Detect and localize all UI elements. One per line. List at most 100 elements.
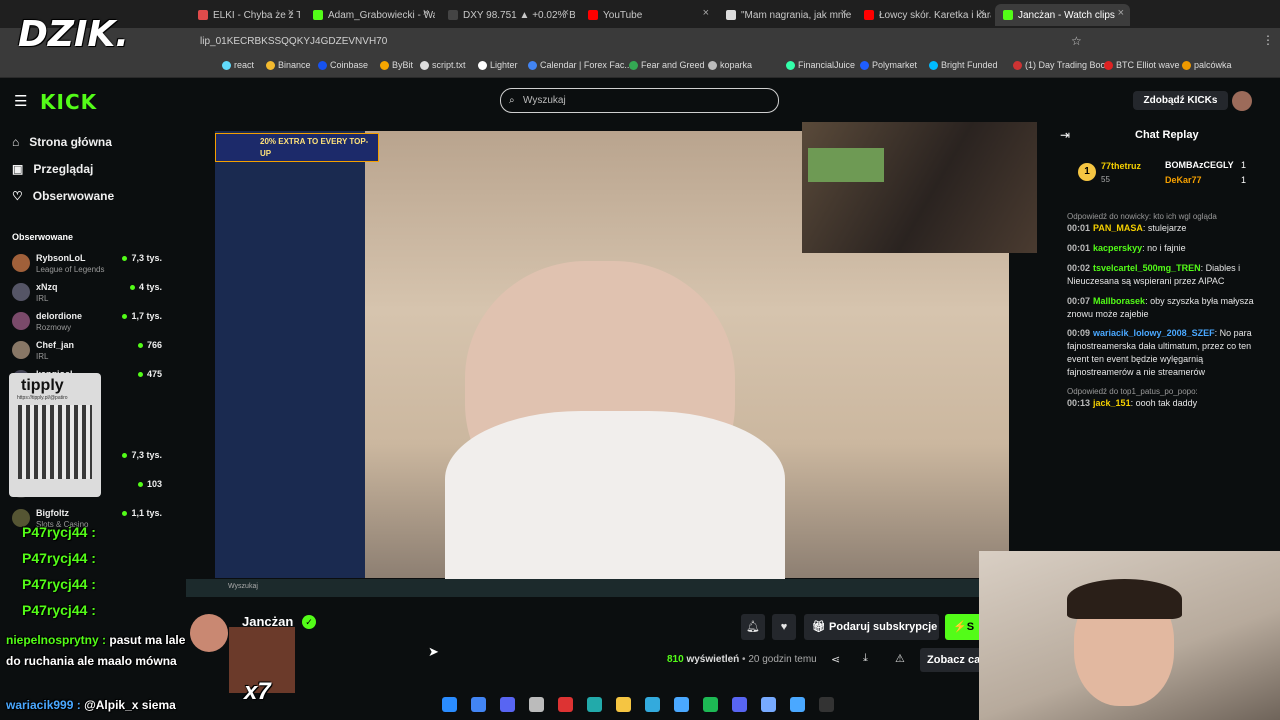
bookmark-label: (1) Day Trading Boo... [1025, 60, 1114, 70]
taskbar-app-icon[interactable] [761, 697, 776, 712]
gift-sub-button[interactable]: 🎁︎ Podaruj subskrypcje [804, 614, 939, 640]
following-viewers: 4 tys. [130, 282, 162, 292]
chat-username[interactable]: Mallborasek [1093, 296, 1145, 306]
close-icon[interactable]: × [703, 7, 709, 19]
bell-button[interactable]: 🔔︎ [741, 614, 765, 640]
chat-username[interactable]: jack_151 [1093, 398, 1131, 408]
taskbar-app-icon[interactable] [616, 697, 631, 712]
promo-banner[interactable]: 20% EXTRA TO EVERY TOP-UP [215, 133, 379, 162]
following-viewers: 7,3 tys. [122, 450, 162, 460]
following-item[interactable]: RybsonLoL League of Legends 7,3 tys. [12, 252, 162, 280]
bookmark-item[interactable]: Bright Funded [929, 60, 998, 70]
nav-home[interactable]: ⌂ Strona główna [12, 135, 112, 149]
taskbar-app-icon[interactable] [529, 697, 544, 712]
views-number: 810 [667, 654, 684, 665]
nav-following[interactable]: ♡ Obserwowane [12, 189, 114, 203]
taskbar-app-icon[interactable] [703, 697, 718, 712]
bookmark-label: Polymarket [872, 60, 918, 70]
report-icon[interactable]: ⚠ [895, 652, 905, 665]
nav-browse[interactable]: ▣ Przeglądaj [12, 162, 93, 176]
bookmark-icon [860, 60, 869, 70]
following-item[interactable]: delordione Rozmowy 1,7 tys. [12, 310, 162, 338]
taskbar-app-icon[interactable] [732, 697, 747, 712]
browse-icon: ▣ [12, 162, 24, 176]
bookmark-item[interactable]: (1) Day Trading Boo... [1013, 60, 1113, 70]
bookmark-item[interactable]: Lighter [478, 60, 518, 70]
browser-tab[interactable]: YouTube × [580, 4, 715, 26]
search-icon: ⌕ [509, 95, 515, 106]
bookmark-item[interactable]: ByBit [380, 60, 413, 70]
nav-home-label: Strona główna [29, 135, 112, 149]
taskbar-app-icon[interactable] [674, 697, 689, 712]
browser-tab[interactable]: "Mam nagrania, jak mnie × [718, 4, 853, 26]
bookmark-item[interactable]: palcówka [1182, 60, 1232, 70]
bookmark-item[interactable]: BTC Elliot wave [1104, 60, 1180, 70]
gift-icon: 🎁︎ [812, 621, 830, 633]
following-item[interactable]: Chef_jan IRL 766 [12, 339, 162, 367]
tab-label: "Mam nagrania, jak mnie [741, 9, 852, 21]
mouse-cursor-icon: ➤ [428, 644, 439, 659]
reply-context: Odpowiedź do nowicky: kto ich wgl ogląda [1067, 212, 1217, 221]
chat-username[interactable]: tsvelcartel_500mg_TREN [1093, 263, 1201, 273]
close-icon[interactable]: × [841, 7, 847, 19]
view-count: 810 wyświetleń • 20 godzin temu [667, 654, 817, 665]
bookmark-item[interactable]: FinancialJuice [786, 60, 855, 70]
chat-username[interactable]: PAN_MASA [1093, 223, 1143, 233]
taskbar-app-icon[interactable] [645, 697, 660, 712]
top-gifter-name[interactable]: 77thetruz [1101, 161, 1141, 171]
gifter-2-name[interactable]: BOMBAzCEGLY [1165, 160, 1234, 170]
user-avatar[interactable] [1232, 91, 1252, 111]
follow-button[interactable]: ♥ [772, 614, 796, 640]
gifter-3-name[interactable]: DeKar77 [1165, 175, 1202, 185]
search-input[interactable]: ⌕ Wyszukaj [500, 88, 779, 113]
taskbar-app-icon[interactable] [790, 697, 805, 712]
channel-avatar[interactable] [190, 614, 228, 652]
bookmark-item[interactable]: Calendar | Forex Fac... [528, 60, 632, 70]
following-name: xNzq [36, 282, 58, 292]
bookmark-item[interactable]: Coinbase [318, 60, 368, 70]
following-item[interactable]: xNzq IRL 4 tys. [12, 281, 162, 309]
close-icon[interactable]: × [288, 7, 294, 19]
close-icon[interactable]: × [979, 7, 985, 19]
chat-text: no i fajnie [1147, 243, 1186, 253]
bookmark-icon [222, 60, 231, 70]
browser-tab[interactable]: Jancżan - Watch clips × [995, 4, 1130, 26]
star-icon[interactable]: ☆ [1071, 34, 1082, 48]
close-icon[interactable]: × [563, 7, 569, 19]
gifter-2-count: 1 [1241, 160, 1247, 170]
taskbar-app-icon[interactable] [819, 697, 834, 712]
menu-icon[interactable]: ⋮ [1262, 33, 1274, 47]
bookmark-item[interactable]: Fear and Greed [629, 60, 705, 70]
collapse-chat-icon[interactable]: ⇥ [1060, 128, 1070, 142]
taskbar-app-icon[interactable] [500, 697, 515, 712]
watch-full-button[interactable]: Zobacz ca [920, 648, 982, 672]
taskbar-app-icon[interactable] [558, 697, 573, 712]
bookmark-item[interactable]: Polymarket [860, 60, 917, 70]
tab-label: DXY 98.751 ▲ +0.02% Be [463, 9, 575, 21]
close-icon[interactable]: × [1118, 7, 1124, 19]
bookmark-item[interactable]: Binance [266, 60, 311, 70]
url-field[interactable]: lip_01KECRBKSSQQKYJ4GDZEVNVH70 [200, 32, 1100, 52]
taskbar-app-icon[interactable] [471, 697, 486, 712]
close-icon[interactable]: × [423, 7, 429, 19]
download-icon[interactable]: ⤓ [863, 652, 868, 665]
bookmark-icon [708, 60, 717, 70]
hamburger-icon[interactable]: ☰ [14, 92, 27, 110]
taskbar-app-icon[interactable] [442, 697, 457, 712]
overlay-chat-1: niepelnosprytny : pasut ma lale do rucha… [6, 630, 186, 672]
bookmark-item[interactable]: react [222, 60, 254, 70]
browser-tab[interactable]: DXY 98.751 ▲ +0.02% Be × [440, 4, 575, 26]
chat-username[interactable]: wariacik_lolowy_2008_SZEF [1093, 328, 1215, 338]
facecam-hair [1067, 579, 1182, 619]
bookmark-item[interactable]: script.txt [420, 60, 466, 70]
kick-logo[interactable]: KICK [40, 90, 97, 114]
chat-username[interactable]: kacperskyy [1093, 243, 1142, 253]
browser-tab[interactable]: ELKI - Chyba że z Toł × [190, 4, 300, 26]
get-kicks-button[interactable]: Zdobądź KICKs [1133, 91, 1228, 110]
taskbar-app-icon[interactable] [587, 697, 602, 712]
browser-tab[interactable]: Łowcy skór. Karetka i kara × [856, 4, 991, 26]
bookmark-item[interactable]: koparka [708, 60, 752, 70]
share-icon[interactable]: ⋖ [831, 653, 840, 666]
following-avatar [12, 341, 30, 359]
browser-tab[interactable]: Adam_Grabowiecki - Wat × [305, 4, 435, 26]
